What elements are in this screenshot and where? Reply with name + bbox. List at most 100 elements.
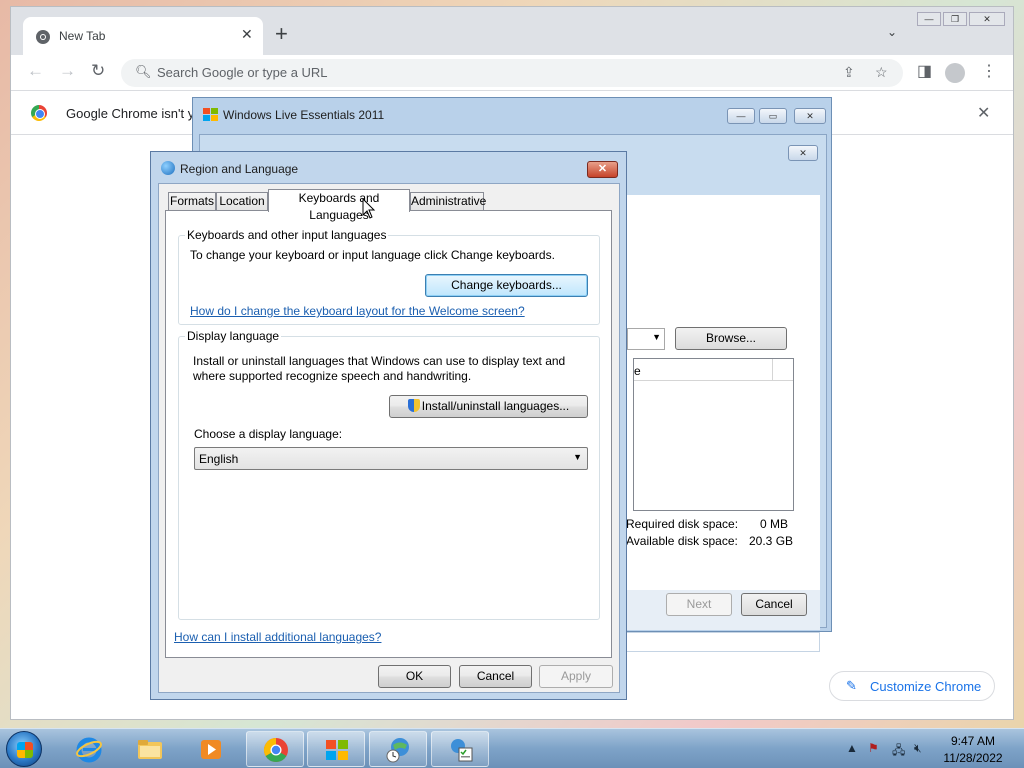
pencil-icon: ✎: [846, 678, 857, 693]
next-button[interactable]: Next: [666, 593, 732, 616]
wle-list-column: e: [634, 364, 641, 378]
display-language-select[interactable]: English ▼: [194, 447, 588, 470]
tab-panel: Keyboards and other input languages To c…: [165, 210, 612, 658]
install-button-label: Install/uninstall languages...: [421, 399, 570, 413]
wle-minimize-button[interactable]: —: [727, 108, 755, 124]
keyboards-group: Keyboards and other input languages To c…: [178, 228, 600, 325]
display-language-group: Display language Install or uninstall la…: [178, 329, 600, 620]
wle-location-dropdown[interactable]: ▼: [627, 328, 665, 350]
omnibox[interactable]: 🔍︎ Search Google or type a URL ⇪ ☆: [121, 59, 903, 87]
wle-maximize-button[interactable]: ▭: [759, 108, 787, 124]
action-center-flag-icon[interactable]: ⚑: [868, 741, 879, 755]
clock-date[interactable]: 11/28/2022: [930, 751, 1016, 765]
media-player-icon: [201, 740, 221, 759]
install-additional-languages-link[interactable]: How can I install additional languages?: [174, 630, 381, 644]
maximize-button[interactable]: ❐: [943, 12, 967, 26]
globe-icon: [161, 161, 175, 175]
taskbar-windows-explorer[interactable]: [121, 731, 179, 767]
tab-search-chevron-icon[interactable]: ⌄: [887, 25, 897, 39]
chevron-down-icon: ▼: [652, 332, 661, 342]
tab-location[interactable]: Location: [216, 192, 268, 211]
uac-shield-icon: [407, 399, 420, 412]
windows-flag-icon: [17, 742, 33, 758]
search-icon: 🔍︎: [135, 64, 152, 79]
wle-title: Windows Live Essentials 2011: [223, 108, 385, 122]
region-language-dialog: Region and Language ✕ Formats Location K…: [150, 151, 627, 700]
required-disk-label: Required disk space:: [626, 517, 739, 531]
reload-icon[interactable]: ↻: [91, 61, 105, 81]
profile-avatar[interactable]: [945, 63, 965, 83]
taskbar-internet-explorer[interactable]: [60, 731, 118, 767]
taskbar-windows-live-essentials[interactable]: [307, 731, 365, 767]
tab-close-icon[interactable]: ✕: [241, 26, 253, 43]
display-description-line1: Install or uninstall languages that Wind…: [193, 354, 566, 368]
browse-button[interactable]: Browse...: [675, 327, 787, 350]
keyboards-group-label: Keyboards and other input languages: [185, 228, 389, 242]
wle-dialog-close-button[interactable]: ✕: [788, 145, 818, 161]
selected-language: English: [199, 452, 239, 466]
taskbar-google-chrome[interactable]: [246, 731, 304, 767]
chrome-toolbar: ← → ↻ 🔍︎ Search Google or type a URL ⇪ ☆…: [11, 55, 1013, 91]
dialog-title: Region and Language: [180, 162, 299, 176]
chrome-logo-icon: [31, 105, 47, 121]
install-uninstall-languages-button[interactable]: Install/uninstall languages...: [389, 395, 588, 418]
tab-administrative[interactable]: Administrative: [410, 192, 486, 211]
control-panel-icon: [451, 739, 473, 762]
back-arrow-icon[interactable]: ←: [27, 61, 44, 81]
wle-list-header: e: [634, 359, 793, 381]
wle-close-button[interactable]: ✕: [794, 108, 826, 124]
available-disk-label: Available disk space:: [626, 534, 738, 548]
start-button[interactable]: [6, 731, 42, 767]
tab-keyboards-and-languages[interactable]: Keyboards and Languages: [268, 189, 410, 222]
side-panel-icon[interactable]: ◨: [917, 61, 932, 81]
windows-live-logo-icon: [203, 108, 218, 121]
wle-footer: Next Cancel: [624, 590, 820, 630]
column-divider: [772, 359, 773, 381]
clock-time[interactable]: 9:47 AM: [930, 734, 1016, 748]
keyboards-description: To change your keyboard or input languag…: [190, 248, 555, 262]
customize-chrome-button[interactable]: ✎ Customize Chrome: [829, 671, 995, 701]
chrome-favicon-icon: [36, 30, 50, 44]
taskbar-region-and-language[interactable]: [369, 731, 427, 767]
infobar-close-icon[interactable]: ✕: [977, 103, 990, 123]
choose-display-language-label: Choose a display language:: [194, 427, 343, 441]
wle-cancel-button[interactable]: Cancel: [741, 593, 807, 616]
windows-logo-icon: [326, 740, 348, 760]
available-disk-value: 20.3 GB: [749, 534, 794, 548]
internet-explorer-icon: [76, 737, 102, 763]
tab-title: New Tab: [59, 29, 106, 43]
chrome-icon: [263, 738, 288, 763]
menu-kebab-icon[interactable]: ⋮: [981, 61, 997, 81]
network-icon[interactable]: 🖧︎: [892, 741, 905, 762]
chrome-tabstrip: New Tab ✕ + ⌄ — ❐ ✕: [11, 7, 1013, 55]
welcome-screen-keyboard-link[interactable]: How do I change the keyboard layout for …: [190, 304, 525, 318]
globe-clock-icon: [386, 738, 409, 763]
volume-muted-icon[interactable]: 🔇︎: [914, 741, 922, 756]
folder-icon: [138, 740, 162, 759]
forward-arrow-icon[interactable]: →: [59, 61, 76, 81]
tab-new-tab[interactable]: New Tab ✕: [23, 17, 263, 55]
bookmark-star-icon[interactable]: ☆: [875, 64, 888, 81]
change-keyboards-button[interactable]: Change keyboards...: [425, 274, 588, 297]
close-button[interactable]: ✕: [969, 12, 1005, 26]
taskbar-media-player[interactable]: [182, 731, 240, 767]
dialog-close-button[interactable]: ✕: [587, 161, 618, 178]
minimize-button[interactable]: —: [917, 12, 941, 26]
mouse-pointer-icon: [362, 198, 376, 219]
chevron-down-icon: ▼: [573, 452, 582, 462]
wle-status-strip: [624, 632, 820, 652]
tab-formats[interactable]: Formats: [168, 192, 216, 211]
cancel-button[interactable]: Cancel: [459, 665, 532, 688]
apply-button[interactable]: Apply: [539, 665, 613, 688]
dialog-body: Formats Location Keyboards and Languages…: [158, 183, 620, 693]
required-disk-value: 0 MB: [760, 517, 789, 531]
display-description-line2: where supported recognize speech and han…: [193, 369, 472, 383]
new-tab-icon[interactable]: +: [275, 23, 288, 45]
omnibox-placeholder: Search Google or type a URL: [157, 65, 328, 80]
share-icon[interactable]: ⇪: [843, 64, 855, 81]
ok-button[interactable]: OK: [378, 665, 451, 688]
infobar-text: Google Chrome isn't y: [66, 106, 195, 121]
taskbar-control-panel[interactable]: [431, 731, 489, 767]
wle-program-list[interactable]: e: [633, 358, 794, 511]
show-hidden-icons-icon[interactable]: ▲: [846, 741, 858, 755]
